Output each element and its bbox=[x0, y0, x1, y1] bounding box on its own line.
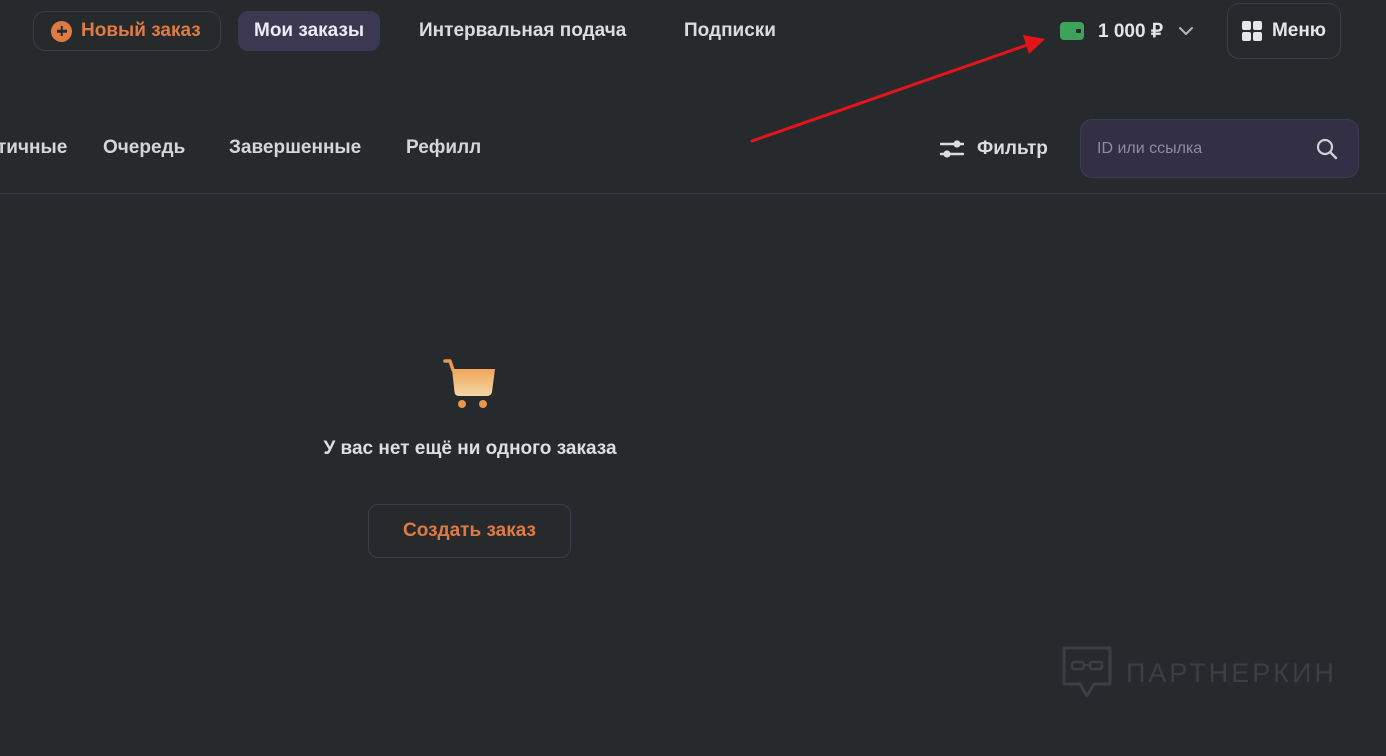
tab-my-orders[interactable]: Мои заказы bbox=[238, 11, 381, 51]
top-navbar: Новый заказ Мои заказы Интервальная пода… bbox=[0, 0, 1386, 64]
plus-circle-icon bbox=[51, 20, 72, 42]
balance-amount: 1 000 ₽ bbox=[1098, 20, 1163, 42]
tab-partial[interactable]: тичные bbox=[0, 137, 67, 159]
logo-icon bbox=[1062, 646, 1112, 698]
search-box bbox=[1080, 119, 1359, 178]
search-icon[interactable] bbox=[1316, 138, 1338, 160]
menu-button[interactable]: Меню bbox=[1227, 3, 1341, 59]
tab-completed[interactable]: Завершенные bbox=[229, 137, 361, 159]
wallet-icon bbox=[1060, 22, 1084, 40]
cart-icon bbox=[443, 359, 495, 408]
watermark-text: ПАРТНЕРКИН bbox=[1126, 657, 1337, 688]
menu-label: Меню bbox=[1271, 20, 1327, 41]
tab-label: Мои заказы bbox=[254, 20, 365, 41]
filter-label: Фильтр bbox=[977, 138, 1048, 159]
grid-icon bbox=[1241, 21, 1262, 41]
search-input[interactable] bbox=[1081, 138, 1319, 159]
create-order-label: Создать заказ bbox=[403, 520, 536, 541]
tab-label: Рефилл bbox=[406, 137, 482, 158]
tab-label: тичные bbox=[0, 137, 68, 158]
tab-refill[interactable]: Рефилл bbox=[406, 137, 481, 159]
chevron-down-icon bbox=[1178, 27, 1193, 35]
filter-button[interactable]: Фильтр bbox=[940, 135, 1048, 163]
sliders-icon bbox=[940, 140, 964, 158]
tab-interval-delivery[interactable]: Интервальная подача bbox=[419, 11, 626, 51]
create-order-button[interactable]: Создать заказ bbox=[368, 504, 571, 558]
watermark: ПАРТНЕРКИН bbox=[1060, 644, 1337, 702]
tab-queue[interactable]: Очередь bbox=[103, 137, 185, 159]
new-order-button[interactable]: Новый заказ bbox=[33, 11, 221, 51]
new-order-label: Новый заказ bbox=[81, 20, 201, 41]
tab-label: Завершенные bbox=[229, 137, 362, 158]
tab-label: Интервальная подача bbox=[419, 20, 627, 41]
balance-dropdown[interactable]: 1 000 ₽ bbox=[1060, 11, 1195, 51]
empty-state-message: У вас нет ещё ни одного заказа bbox=[323, 438, 617, 459]
tab-label: Очередь bbox=[103, 137, 186, 158]
